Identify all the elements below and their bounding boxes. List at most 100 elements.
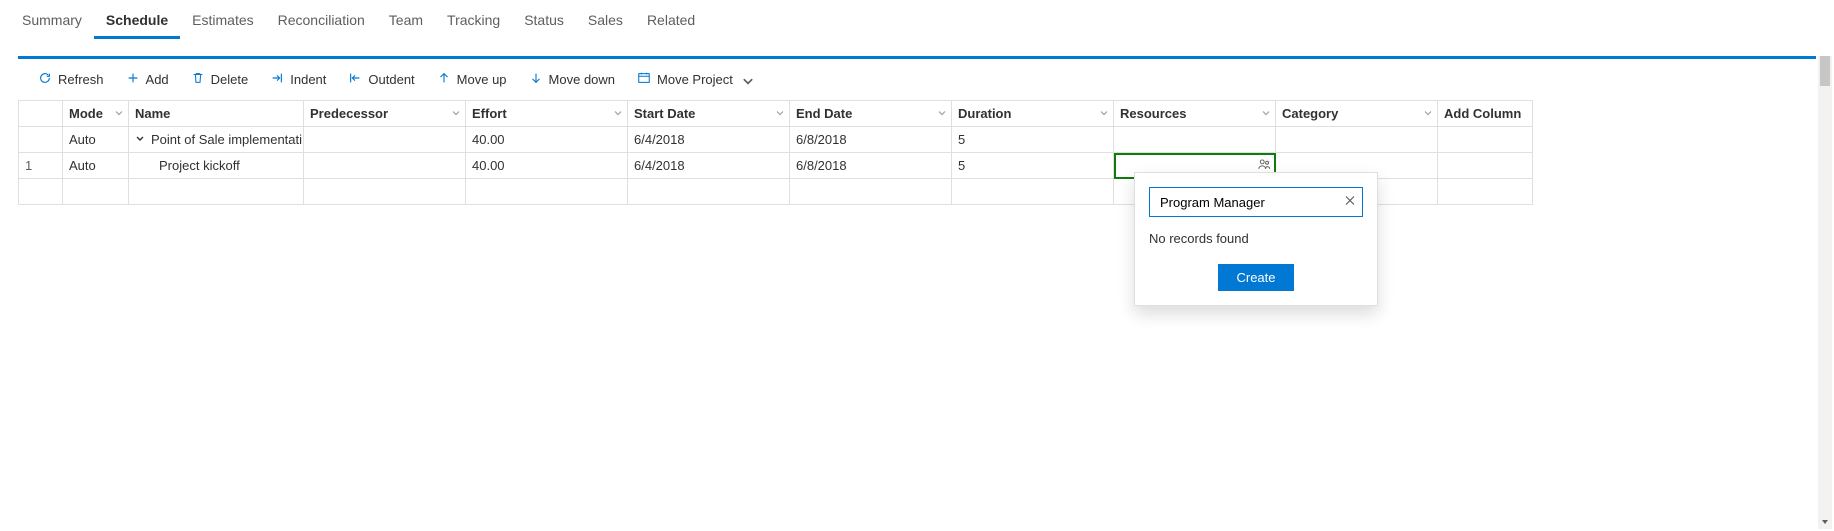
- chevron-down-icon[interactable]: [1423, 106, 1433, 121]
- toolbar: Refresh Add Delete Indent Outdent Move u…: [0, 59, 1834, 100]
- cell-predecessor[interactable]: [304, 127, 466, 153]
- lookup-search-field[interactable]: [1149, 187, 1363, 217]
- tab-sales[interactable]: Sales: [576, 2, 635, 39]
- tab-status[interactable]: Status: [512, 2, 576, 39]
- cell-empty[interactable]: [1438, 179, 1533, 205]
- tab-team[interactable]: Team: [377, 2, 435, 39]
- cell-mode[interactable]: Auto: [63, 127, 129, 153]
- task-name: Point of Sale implementati: [151, 132, 302, 147]
- refresh-label: Refresh: [58, 72, 104, 87]
- cell-startdate[interactable]: 6/4/2018: [628, 153, 790, 179]
- tab-tracking[interactable]: Tracking: [435, 2, 512, 39]
- tab-related[interactable]: Related: [635, 2, 707, 39]
- move-up-label: Move up: [457, 72, 507, 87]
- lookup-search-input[interactable]: [1158, 194, 1336, 211]
- delete-label: Delete: [211, 72, 249, 87]
- cell-empty[interactable]: [129, 179, 304, 205]
- scrollbar-thumb[interactable]: [1820, 56, 1830, 86]
- plus-icon: [126, 71, 140, 88]
- outdent-button[interactable]: Outdent: [340, 67, 422, 92]
- chevron-down-icon: [741, 75, 751, 85]
- tab-summary[interactable]: Summary: [10, 2, 94, 39]
- chevron-down-icon[interactable]: [613, 106, 623, 121]
- cell-empty[interactable]: [304, 179, 466, 205]
- cell-enddate[interactable]: 6/8/2018: [790, 153, 952, 179]
- cell-category[interactable]: [1276, 127, 1438, 153]
- arrow-down-icon: [529, 71, 543, 88]
- tab-estimates[interactable]: Estimates: [180, 2, 265, 39]
- cell-empty[interactable]: [466, 179, 628, 205]
- cell-duration[interactable]: 5: [952, 127, 1114, 153]
- indent-label: Indent: [290, 72, 326, 87]
- chevron-down-icon[interactable]: [1261, 106, 1271, 121]
- vertical-scrollbar[interactable]: [1818, 56, 1832, 529]
- column-enddate[interactable]: End Date: [790, 101, 952, 127]
- move-project-button[interactable]: Move Project: [629, 67, 759, 92]
- expand-chevron-icon[interactable]: [135, 132, 147, 147]
- chevron-down-icon[interactable]: [937, 106, 947, 121]
- add-button[interactable]: Add: [118, 67, 177, 92]
- scroll-down-arrow-icon[interactable]: [1818, 515, 1832, 529]
- clear-icon[interactable]: [1344, 195, 1356, 210]
- move-down-button[interactable]: Move down: [521, 67, 623, 92]
- indent-button[interactable]: Indent: [262, 67, 334, 92]
- cell-rownum[interactable]: [19, 127, 63, 153]
- column-addcolumn[interactable]: Add Column: [1438, 101, 1533, 127]
- cell-empty[interactable]: [19, 179, 63, 205]
- column-rownum[interactable]: [19, 101, 63, 127]
- schedule-grid: Mode Name Predecessor Effort Start Date …: [18, 100, 1816, 205]
- delete-button[interactable]: Delete: [183, 67, 257, 92]
- cell-empty[interactable]: [628, 179, 790, 205]
- refresh-icon: [38, 71, 52, 88]
- cell-effort[interactable]: 40.00: [466, 127, 628, 153]
- chevron-down-icon[interactable]: [775, 106, 785, 121]
- column-label: Duration: [958, 106, 1011, 121]
- column-mode[interactable]: Mode: [63, 101, 129, 127]
- column-category[interactable]: Category: [1276, 101, 1438, 127]
- column-startdate[interactable]: Start Date: [628, 101, 790, 127]
- trash-icon: [191, 71, 205, 88]
- cell-startdate[interactable]: 6/4/2018: [628, 127, 790, 153]
- tab-reconciliation[interactable]: Reconciliation: [266, 2, 377, 39]
- move-up-button[interactable]: Move up: [429, 67, 515, 92]
- create-button[interactable]: Create: [1218, 264, 1293, 291]
- indent-icon: [270, 71, 284, 88]
- cell-mode[interactable]: Auto: [63, 153, 129, 179]
- chevron-down-icon[interactable]: [114, 106, 124, 121]
- cell-enddate[interactable]: 6/8/2018: [790, 127, 952, 153]
- column-label: Category: [1282, 106, 1338, 121]
- column-label: Name: [135, 106, 170, 121]
- arrow-up-icon: [437, 71, 451, 88]
- cell-duration[interactable]: 5: [952, 153, 1114, 179]
- column-duration[interactable]: Duration: [952, 101, 1114, 127]
- column-resources[interactable]: Resources: [1114, 101, 1276, 127]
- column-predecessor[interactable]: Predecessor: [304, 101, 466, 127]
- chevron-down-icon[interactable]: [1099, 106, 1109, 121]
- cell-empty[interactable]: [63, 179, 129, 205]
- cell-name[interactable]: Point of Sale implementati: [129, 127, 304, 153]
- cell-empty[interactable]: [952, 179, 1114, 205]
- column-name[interactable]: Name: [129, 101, 304, 127]
- column-label: Mode: [69, 106, 103, 121]
- column-effort[interactable]: Effort: [466, 101, 628, 127]
- cell-predecessor[interactable]: [304, 153, 466, 179]
- cell-addcolumn[interactable]: [1438, 153, 1533, 179]
- column-label: Start Date: [634, 106, 695, 121]
- tab-schedule[interactable]: Schedule: [94, 2, 180, 39]
- column-header-row: Mode Name Predecessor Effort Start Date …: [19, 101, 1533, 127]
- move-down-label: Move down: [549, 72, 615, 87]
- chevron-down-icon[interactable]: [451, 106, 461, 121]
- cell-rownum[interactable]: 1: [19, 153, 63, 179]
- cell-name[interactable]: Project kickoff: [129, 153, 304, 179]
- calendar-move-icon: [637, 71, 651, 88]
- outdent-label: Outdent: [368, 72, 414, 87]
- outdent-icon: [348, 71, 362, 88]
- refresh-button[interactable]: Refresh: [30, 67, 112, 92]
- column-label: Predecessor: [310, 106, 388, 121]
- cell-resources[interactable]: [1114, 127, 1276, 153]
- cell-effort[interactable]: 40.00: [466, 153, 628, 179]
- lookup-no-records: No records found: [1149, 231, 1363, 246]
- table-row[interactable]: Auto Point of Sale implementati 40.00 6/…: [19, 127, 1533, 153]
- cell-addcolumn[interactable]: [1438, 127, 1533, 153]
- cell-empty[interactable]: [790, 179, 952, 205]
